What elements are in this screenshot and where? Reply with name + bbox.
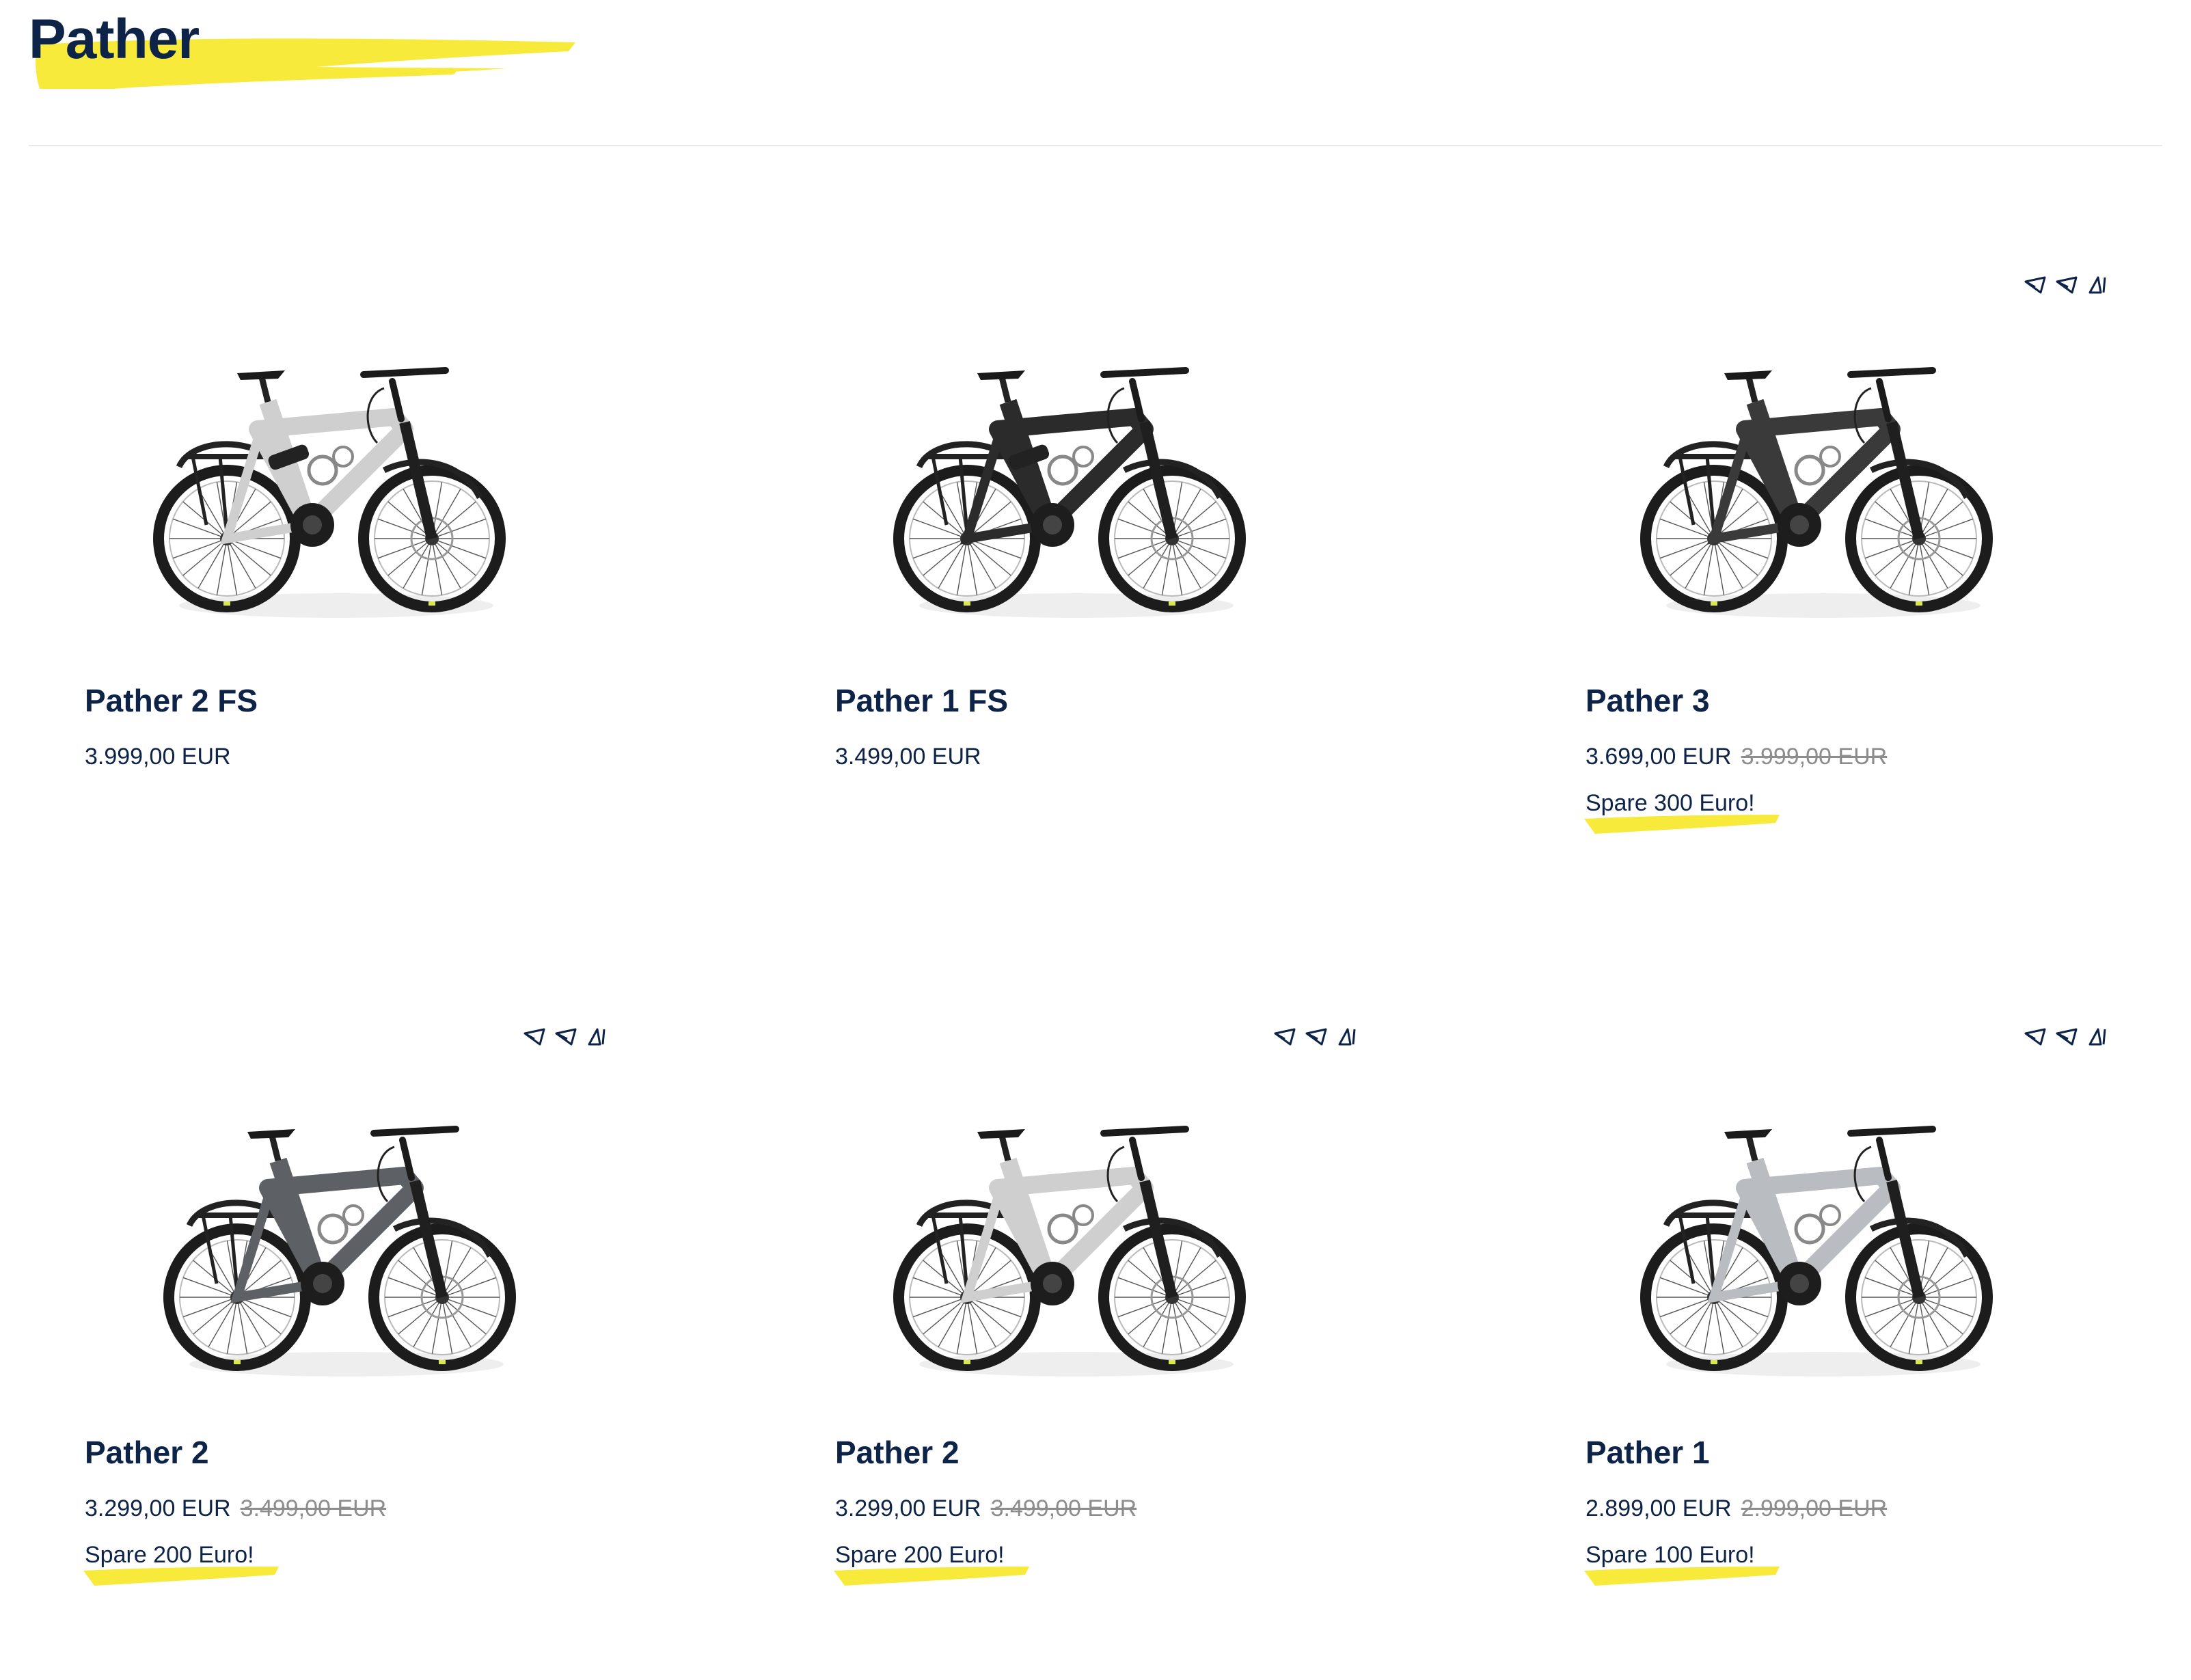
product-price: 3.299,00 EUR: [835, 1495, 981, 1521]
frame-type-icons: [2024, 1028, 2106, 1046]
original-price: 3.999,00 EUR: [1741, 744, 1888, 770]
product-card[interactable]: Pather 3 3.699,00 EUR 3.999,00 EUR Spare …: [1529, 272, 2191, 928]
bike-image[interactable]: [878, 1113, 1261, 1386]
product-name[interactable]: Pather 2: [85, 1434, 209, 1471]
bike-image[interactable]: [1625, 1113, 2008, 1386]
product-card[interactable]: Pather 2 FS 3.999,00 EUR: [29, 272, 712, 928]
price-line: 3.499,00 EUR: [835, 744, 981, 770]
price-line: 3.999,00 EUR: [85, 744, 231, 770]
product-price: 3.999,00 EUR: [85, 744, 231, 770]
bike-image[interactable]: [1625, 354, 2008, 627]
original-price: 3.499,00 EUR: [240, 1495, 387, 1521]
product-name[interactable]: Pather 1 FS: [835, 682, 1008, 719]
product-card[interactable]: Pather 1 FS 3.499,00 EUR: [779, 272, 1462, 928]
savings-tag: Spare 200 Euro!: [83, 1542, 290, 1590]
price-line: 3.299,00 EUR 3.499,00 EUR: [835, 1495, 1137, 1522]
product-card[interactable]: Pather 2 3.299,00 EUR 3.499,00 EUR Spare …: [779, 1024, 1462, 1680]
header-divider: [29, 145, 2162, 146]
product-name[interactable]: Pather 1: [1586, 1434, 1710, 1471]
product-price: 2.899,00 EUR: [1586, 1495, 1732, 1521]
bike-image[interactable]: [138, 354, 521, 627]
product-name[interactable]: Pather 3: [1586, 682, 1710, 719]
product-card[interactable]: Pather 1 2.899,00 EUR 2.999,00 EUR Spare …: [1529, 1024, 2191, 1680]
frame-type-icons: [1274, 1028, 1356, 1046]
product-price: 3.499,00 EUR: [835, 744, 981, 770]
savings-tag: Spare 200 Euro!: [834, 1542, 1040, 1590]
price-line: 3.699,00 EUR 3.999,00 EUR: [1586, 744, 1887, 770]
original-price: 3.499,00 EUR: [990, 1495, 1137, 1521]
savings-label: Spare 200 Euro!: [85, 1542, 254, 1568]
product-card[interactable]: Pather 2 3.299,00 EUR 3.499,00 EUR Spare …: [29, 1024, 712, 1680]
frame-type-icons: [523, 1028, 605, 1046]
product-price: 3.699,00 EUR: [1586, 744, 1732, 770]
product-name[interactable]: Pather 2: [835, 1434, 960, 1471]
product-price: 3.299,00 EUR: [85, 1495, 231, 1521]
product-name[interactable]: Pather 2 FS: [85, 682, 258, 719]
price-line: 3.299,00 EUR 3.499,00 EUR: [85, 1495, 386, 1522]
savings-tag: Spare 300 Euro!: [1584, 790, 1791, 838]
page-title: Pather: [29, 8, 200, 70]
savings-tag: Spare 100 Euro!: [1584, 1542, 1791, 1590]
price-line: 2.899,00 EUR 2.999,00 EUR: [1586, 1495, 1887, 1522]
page-header: Pather: [29, 0, 589, 89]
bike-image[interactable]: [148, 1113, 531, 1386]
bike-image[interactable]: [878, 354, 1261, 627]
savings-label: Spare 300 Euro!: [1586, 790, 1755, 816]
frame-type-icons: [2024, 276, 2106, 294]
original-price: 2.999,00 EUR: [1741, 1495, 1888, 1521]
savings-label: Spare 200 Euro!: [835, 1542, 1005, 1568]
savings-label: Spare 100 Euro!: [1586, 1542, 1755, 1568]
